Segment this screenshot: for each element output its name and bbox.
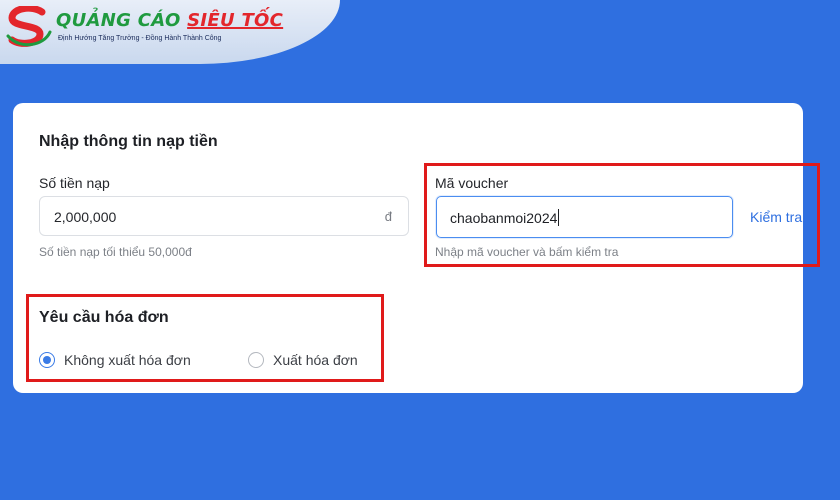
amount-hint: Số tiền nạp tối thiểu 50,000đ (39, 245, 192, 259)
voucher-highlight-box (424, 163, 820, 267)
logo-banner: QUẢNG CÁO SIÊU TỐC Định Hướng Tăng Trưởn… (0, 0, 340, 64)
amount-label: Số tiền nạp (39, 175, 110, 191)
currency-suffix: đ (384, 209, 392, 224)
invoice-highlight-box (26, 294, 384, 382)
logo-title-part1: QUẢNG CÁO (56, 10, 181, 31)
form-title: Nhập thông tin nạp tiền (39, 133, 218, 150)
logo-title-part2: SIÊU TỐC (187, 10, 284, 31)
logo-title: QUẢNG CÁO SIÊU TỐC (56, 10, 283, 31)
logo-s-icon (6, 6, 52, 47)
logo-tagline: Định Hướng Tăng Trưởng - Đồng Hành Thành… (58, 35, 222, 42)
amount-input[interactable]: 2,000,000 đ (39, 196, 409, 236)
amount-value: 2,000,000 (54, 209, 117, 225)
